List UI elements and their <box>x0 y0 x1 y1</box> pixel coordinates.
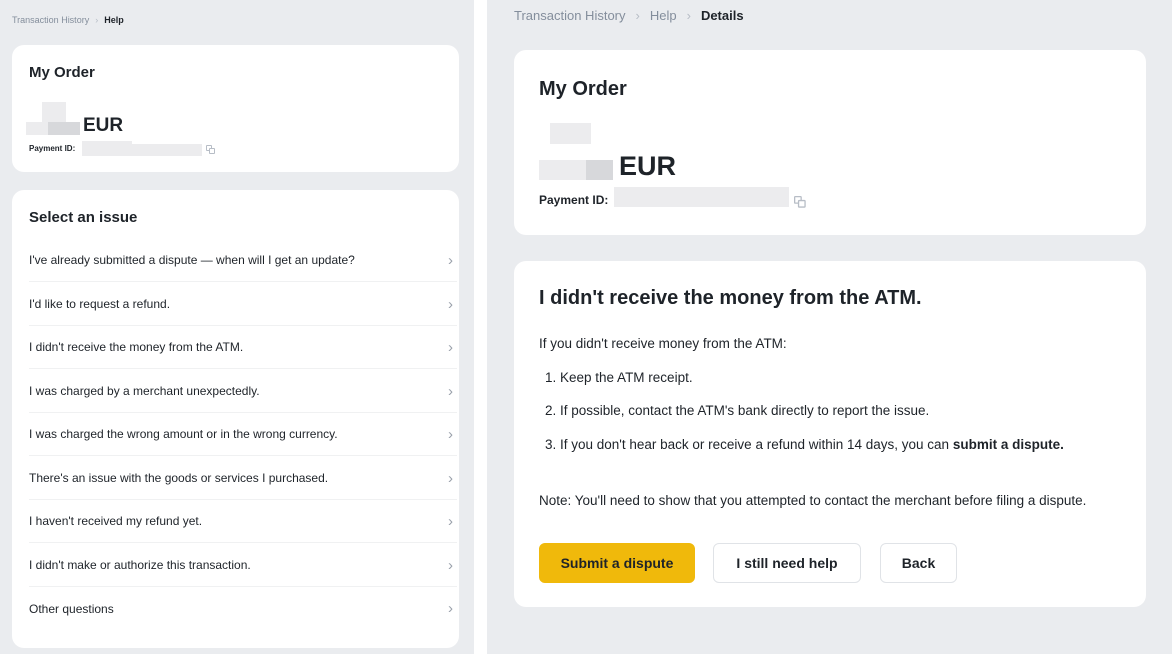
issue-label: Other questions <box>29 601 114 616</box>
breadcrumb-help[interactable]: Help <box>650 8 677 23</box>
chevron-right-icon: › <box>448 600 453 617</box>
order-currency: EUR <box>83 115 124 136</box>
issue-item-request-refund[interactable]: I'd like to request a refund. › <box>29 283 457 326</box>
chevron-right-icon: › <box>95 15 99 25</box>
step-1: 1. Keep the ATM receipt. <box>545 370 693 385</box>
copy-icon[interactable] <box>206 145 215 154</box>
left-pane: Transaction History › Help My Order EUR … <box>0 0 474 654</box>
chevron-right-icon: › <box>448 556 453 574</box>
chevron-right-icon: › <box>448 382 453 400</box>
issue-item-unauthorized[interactable]: I didn't make or authorize this transact… <box>29 544 457 587</box>
issue-item-atm[interactable]: I didn't receive the money from the ATM.… <box>29 326 457 369</box>
back-button[interactable]: Back <box>880 543 957 583</box>
chevron-right-icon: › <box>448 295 453 313</box>
breadcrumb: Transaction History › Help › Details <box>514 8 744 23</box>
issue-label: I'd like to request a refund. <box>29 297 171 311</box>
order-currency: EUR <box>619 151 677 181</box>
issue-heading: I didn't receive the money from the ATM. <box>539 287 922 309</box>
breadcrumb: Transaction History › Help <box>12 15 124 25</box>
breadcrumb-transaction-history[interactable]: Transaction History <box>12 15 89 25</box>
redacted-amount <box>539 160 586 180</box>
order-title: My Order <box>29 64 95 81</box>
issue-label: I didn't make or authorize this transact… <box>29 558 251 572</box>
issue-label: I was charged the wrong amount or in the… <box>29 427 338 441</box>
right-pane: Transaction History › Help › Details My … <box>487 0 1172 654</box>
chevron-right-icon: › <box>448 512 453 530</box>
issue-label: I haven't received my refund yet. <box>29 514 203 528</box>
breadcrumb-help: Help <box>104 15 124 25</box>
redacted-amount <box>42 102 66 122</box>
redacted-amount <box>586 160 613 180</box>
order-title: My Order <box>539 78 627 100</box>
submit-dispute-link[interactable]: submit a dispute. <box>953 437 1064 452</box>
pane-divider <box>474 0 487 654</box>
order-card: My Order EUR Payment ID: <box>12 45 459 172</box>
step-2: 2. If possible, contact the ATM's bank d… <box>545 403 930 418</box>
note-text: Note: You'll need to show that you attem… <box>539 493 1087 508</box>
redacted-amount <box>48 122 80 135</box>
payment-id-label: Payment ID: <box>539 193 609 207</box>
chevron-right-icon: › <box>635 8 640 23</box>
order-card: My Order EUR Payment ID: <box>514 50 1146 235</box>
issue-item-goods-services[interactable]: There's an issue with the goods or servi… <box>29 457 457 500</box>
issue-item-refund-not-received[interactable]: I haven't received my refund yet. › <box>29 500 457 543</box>
redacted-amount <box>550 123 591 144</box>
issue-intro: If you didn't receive money from the ATM… <box>539 336 787 351</box>
redacted-payment-id <box>82 144 202 156</box>
issue-item-dispute-update[interactable]: I've already submitted a dispute — when … <box>29 239 457 282</box>
issues-title: Select an issue <box>29 209 138 226</box>
chevron-right-icon: › <box>448 251 453 269</box>
issue-item-unexpected-charge[interactable]: I was charged by a merchant unexpectedly… <box>29 370 457 413</box>
breadcrumb-transaction-history[interactable]: Transaction History <box>514 8 626 23</box>
redacted-payment-id <box>614 187 789 207</box>
chevron-right-icon: › <box>448 425 453 443</box>
still-need-help-button[interactable]: I still need help <box>713 543 861 583</box>
issue-label: I've already submitted a dispute — when … <box>29 253 355 267</box>
chevron-right-icon: › <box>448 338 453 356</box>
issue-detail-card: I didn't receive the money from the ATM.… <box>514 261 1146 607</box>
breadcrumb-details: Details <box>700 8 744 23</box>
issue-label: I didn't receive the money from the ATM. <box>29 340 244 354</box>
submit-dispute-button[interactable]: Submit a dispute <box>539 543 695 583</box>
chevron-right-icon: › <box>448 469 453 487</box>
step-3-text: 3. If you don't hear back or receive a r… <box>545 437 953 452</box>
copy-icon[interactable] <box>794 196 806 208</box>
issue-item-other[interactable]: Other questions › <box>29 587 457 630</box>
redacted-amount <box>26 122 48 135</box>
issue-label: There's an issue with the goods or servi… <box>29 471 329 485</box>
step-3: 3. If you don't hear back or receive a r… <box>545 437 1064 452</box>
payment-id-label: Payment ID: <box>29 144 76 153</box>
issues-card: Select an issue I've already submitted a… <box>12 190 459 648</box>
chevron-right-icon: › <box>686 8 691 23</box>
issue-item-wrong-amount[interactable]: I was charged the wrong amount or in the… <box>29 413 457 456</box>
issue-label: I was charged by a merchant unexpectedly… <box>29 384 260 398</box>
